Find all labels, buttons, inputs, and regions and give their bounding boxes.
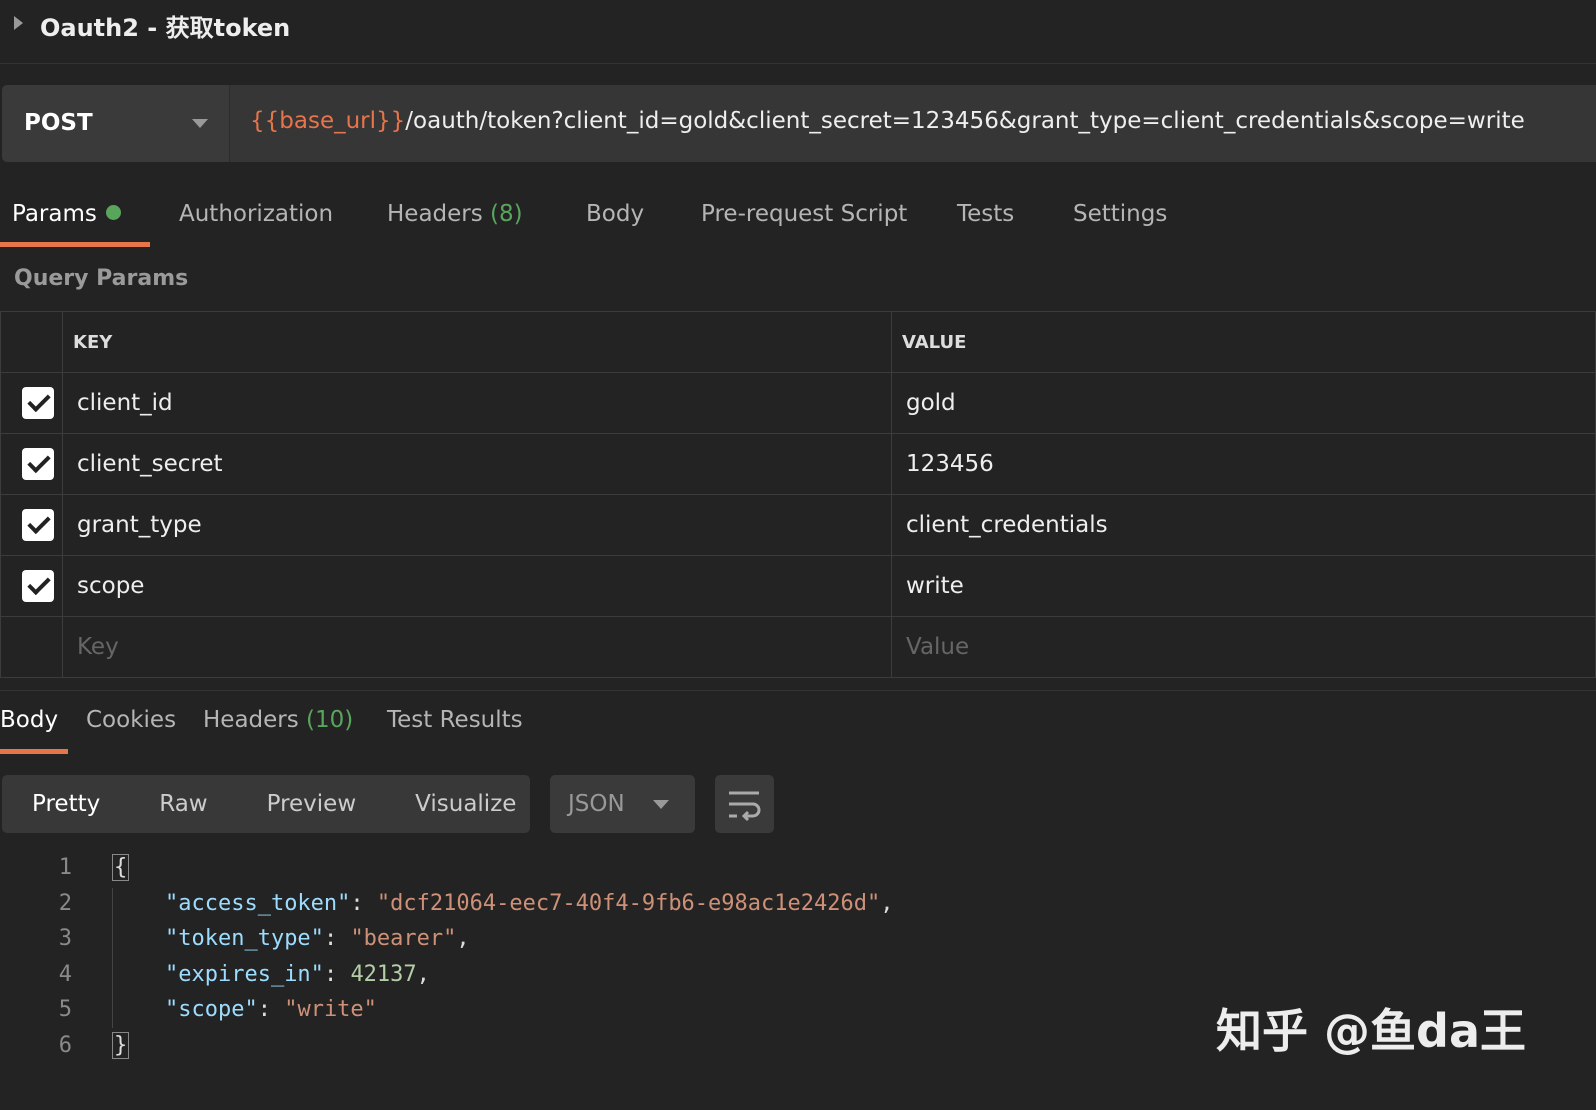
tab-label: Authorization: [179, 201, 334, 227]
tab-cookies[interactable]: Cookies: [86, 703, 203, 754]
param-key[interactable]: client_secret: [62, 433, 892, 495]
table-row: client_secret 123456: [0, 433, 1596, 495]
open-brace: {: [112, 854, 130, 882]
response-body-code[interactable]: 1{ 2 "access_token": "dcf21064-eec7-40f4…: [0, 850, 894, 1063]
params-active-dot: [105, 205, 121, 220]
tab-label: Headers: [387, 201, 483, 227]
tab-label: Body: [0, 707, 59, 733]
view-pretty-button[interactable]: Pretty: [32, 791, 100, 817]
view-visualize-button[interactable]: Visualize: [415, 791, 516, 817]
empty-checkbox-cell: [0, 616, 63, 678]
value-input[interactable]: Value: [891, 616, 1596, 678]
wrap-lines-button[interactable]: [715, 775, 774, 833]
value-column-header: VALUE: [891, 311, 1596, 373]
view-mode-group: Pretty Raw Preview Visualize: [2, 775, 530, 833]
tab-authorization[interactable]: Authorization: [179, 195, 387, 247]
line-number: 3: [58, 926, 72, 952]
tab-label: Headers: [203, 707, 299, 733]
table-row: scope write: [0, 555, 1596, 617]
format-select[interactable]: JSON: [550, 775, 695, 833]
chevron-down-icon: [192, 119, 208, 128]
row-checkbox[interactable]: [22, 387, 54, 419]
json-key: "expires_in": [164, 961, 324, 987]
json-key: "token_type": [164, 926, 324, 952]
param-value[interactable]: client_credentials: [891, 494, 1596, 556]
tab-label: Pre-request Script: [701, 201, 908, 227]
key-column-header: KEY: [62, 311, 892, 373]
tab-label: Tests: [957, 201, 1015, 227]
tab-response-headers[interactable]: Headers (10): [203, 703, 387, 754]
param-key[interactable]: client_id: [62, 372, 892, 434]
tab-test-results[interactable]: Test Results: [387, 703, 523, 754]
tab-headers[interactable]: Headers (8): [387, 195, 586, 247]
param-value[interactable]: write: [891, 555, 1596, 617]
json-value: 42137: [350, 961, 417, 987]
close-brace: }: [112, 1031, 130, 1059]
table-row: grant_type client_credentials: [0, 494, 1596, 556]
format-label: JSON: [568, 791, 625, 817]
json-key: "scope": [164, 997, 258, 1023]
chevron-down-icon: [653, 800, 669, 809]
line-number: 2: [58, 890, 72, 916]
view-preview-button[interactable]: Preview: [267, 791, 357, 817]
method-label: POST: [24, 110, 93, 136]
tab-label: Settings: [1073, 201, 1168, 227]
tab-tests[interactable]: Tests: [957, 195, 1073, 247]
query-params-heading: Query Params: [14, 266, 189, 291]
json-value: "bearer": [350, 926, 457, 952]
method-select[interactable]: POST: [2, 85, 230, 162]
new-param-row: Key Value: [0, 616, 1596, 678]
url-variable: {{base_url}}: [250, 108, 406, 134]
url-path: /oauth/token?client_id=gold&client_secre…: [405, 108, 1525, 134]
view-raw-button[interactable]: Raw: [159, 791, 207, 817]
tab-response-body[interactable]: Body: [0, 703, 68, 754]
line-number: 5: [58, 997, 72, 1023]
response-tabs: Body Cookies Headers (10) Test Results: [0, 703, 523, 754]
tab-body[interactable]: Body: [586, 195, 701, 247]
param-key[interactable]: grant_type: [62, 494, 892, 556]
table-header-row: KEY VALUE: [0, 311, 1596, 373]
url-input[interactable]: {{base_url}}/oauth/token?client_id=gold&…: [230, 85, 1596, 162]
request-title-row[interactable]: Oauth2 - 获取token: [0, 0, 1596, 64]
line-number: 6: [58, 1032, 72, 1058]
param-value[interactable]: gold: [891, 372, 1596, 434]
json-key: "access_token": [164, 890, 351, 916]
watermark: 知乎 @鱼da王: [1216, 1004, 1526, 1058]
param-key[interactable]: scope: [62, 555, 892, 617]
key-input[interactable]: Key: [62, 616, 892, 678]
divider: [0, 690, 1596, 691]
checkbox-column-header: [0, 311, 63, 373]
row-checkbox[interactable]: [22, 448, 54, 480]
tab-pre-request-script[interactable]: Pre-request Script: [701, 195, 957, 247]
tab-settings[interactable]: Settings: [1073, 195, 1193, 247]
tab-label: Params: [12, 201, 97, 227]
tab-label: Test Results: [387, 707, 523, 733]
headers-count: (8): [490, 201, 523, 227]
request-tabs: Params Authorization Headers (8) Body Pr…: [0, 195, 1193, 249]
headers-count: (10): [306, 707, 354, 733]
query-params-table: KEY VALUE client_id gold client_secret 123…: [0, 311, 1596, 678]
line-number: 1: [58, 855, 72, 881]
table-row: client_id gold: [0, 372, 1596, 434]
request-bar: POST {{base_url}}/oauth/token?client_id=…: [2, 85, 1596, 162]
expand-triangle-icon[interactable]: [14, 16, 23, 30]
wrap-lines-icon: [729, 791, 761, 822]
json-value: "dcf21064-eec7-40f4-9fb6-e98ac1e2426d": [376, 890, 881, 916]
json-value: "write": [284, 997, 377, 1023]
tab-label: Body: [586, 201, 645, 227]
param-value[interactable]: 123456: [891, 433, 1596, 495]
row-checkbox[interactable]: [22, 509, 54, 541]
tab-params[interactable]: Params: [0, 195, 150, 247]
tab-label: Cookies: [86, 707, 177, 733]
line-number: 4: [58, 961, 72, 987]
request-name: Oauth2 - 获取token: [40, 14, 291, 42]
row-checkbox[interactable]: [22, 570, 54, 602]
